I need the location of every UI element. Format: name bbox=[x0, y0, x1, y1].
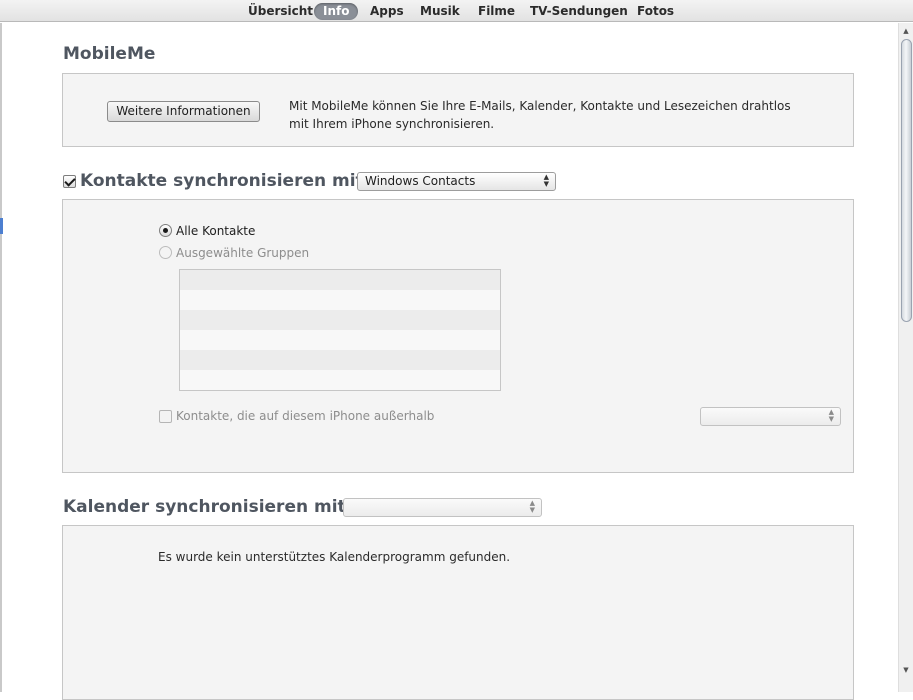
mobileme-panel: Weitere Informationen Mit MobileMe könne… bbox=[62, 73, 854, 147]
left-edge-marker bbox=[0, 218, 3, 234]
more-info-button[interactable]: Weitere Informationen bbox=[107, 101, 260, 122]
tab-fotos[interactable]: Fotos bbox=[637, 3, 674, 20]
list-item bbox=[180, 350, 500, 370]
mobileme-description-line2: mit Ihrem iPhone synchronisieren. bbox=[289, 117, 495, 131]
calendar-source-select[interactable]: ▲ ▼ bbox=[343, 498, 542, 517]
list-item bbox=[180, 290, 500, 310]
list-item bbox=[180, 370, 500, 390]
radio-selected-groups[interactable] bbox=[159, 246, 172, 259]
contacts-title: Kontakte synchronisieren mit bbox=[80, 171, 364, 191]
tab-tv-sendungen[interactable]: TV-Sendungen bbox=[530, 3, 628, 20]
tab-filme[interactable]: Filme bbox=[478, 3, 515, 20]
calendar-panel: Es wurde kein unterstütztes Kalenderprog… bbox=[62, 525, 854, 700]
list-item bbox=[180, 310, 500, 330]
left-edge-divider bbox=[0, 23, 2, 692]
contacts-outside-checkbox[interactable] bbox=[159, 410, 172, 423]
contacts-source-value: Windows Contacts bbox=[365, 174, 476, 188]
vertical-scrollbar[interactable]: ▲ ▼ bbox=[898, 23, 913, 692]
mobileme-description: Mit MobileMe können Sie Ihre E-Mails, Ka… bbox=[289, 97, 829, 133]
updown-arrows-icon: ▲ ▼ bbox=[529, 499, 535, 514]
radio-all-contacts-label: Alle Kontakte bbox=[176, 224, 256, 238]
scroll-up-arrow-icon[interactable]: ▲ bbox=[899, 24, 913, 38]
radio-all-contacts[interactable] bbox=[159, 224, 172, 237]
contacts-sync-checkbox[interactable] bbox=[63, 175, 76, 188]
groups-list[interactable] bbox=[179, 269, 501, 391]
tab-info[interactable]: Info bbox=[314, 3, 359, 20]
calendar-title: Kalender synchronisieren mit bbox=[63, 497, 346, 517]
contacts-panel: Alle Kontakte Ausgewählte Gruppen Kontak… bbox=[62, 199, 854, 473]
radio-selected-groups-label: Ausgewählte Gruppen bbox=[176, 246, 310, 260]
updown-arrows-icon: ▲ ▼ bbox=[828, 408, 834, 423]
list-item bbox=[180, 330, 500, 350]
contacts-outside-label: Kontakte, die auf diesem iPhone außerhal… bbox=[176, 409, 435, 423]
updown-arrows-icon: ▲ ▼ bbox=[543, 173, 549, 188]
calendar-message: Es wurde kein unterstütztes Kalenderprog… bbox=[158, 550, 511, 564]
tab-bar: Übersicht Info Apps Musik Filme TV-Sendu… bbox=[0, 0, 913, 22]
mobileme-description-line1: Mit MobileMe können Sie Ihre E-Mails, Ka… bbox=[289, 99, 791, 113]
tab-apps[interactable]: Apps bbox=[370, 3, 404, 20]
contacts-source-select[interactable]: Windows Contacts ▲ ▼ bbox=[357, 172, 556, 191]
scrollbar-thumb[interactable] bbox=[901, 39, 912, 322]
tab-musik[interactable]: Musik bbox=[420, 3, 460, 20]
tab-uebersicht[interactable]: Übersicht bbox=[248, 3, 313, 20]
mobileme-title: MobileMe bbox=[63, 44, 156, 64]
list-item bbox=[180, 270, 500, 290]
contacts-outside-select[interactable]: ▲ ▼ bbox=[700, 407, 841, 426]
scroll-down-arrow-icon[interactable]: ▼ bbox=[899, 663, 913, 677]
